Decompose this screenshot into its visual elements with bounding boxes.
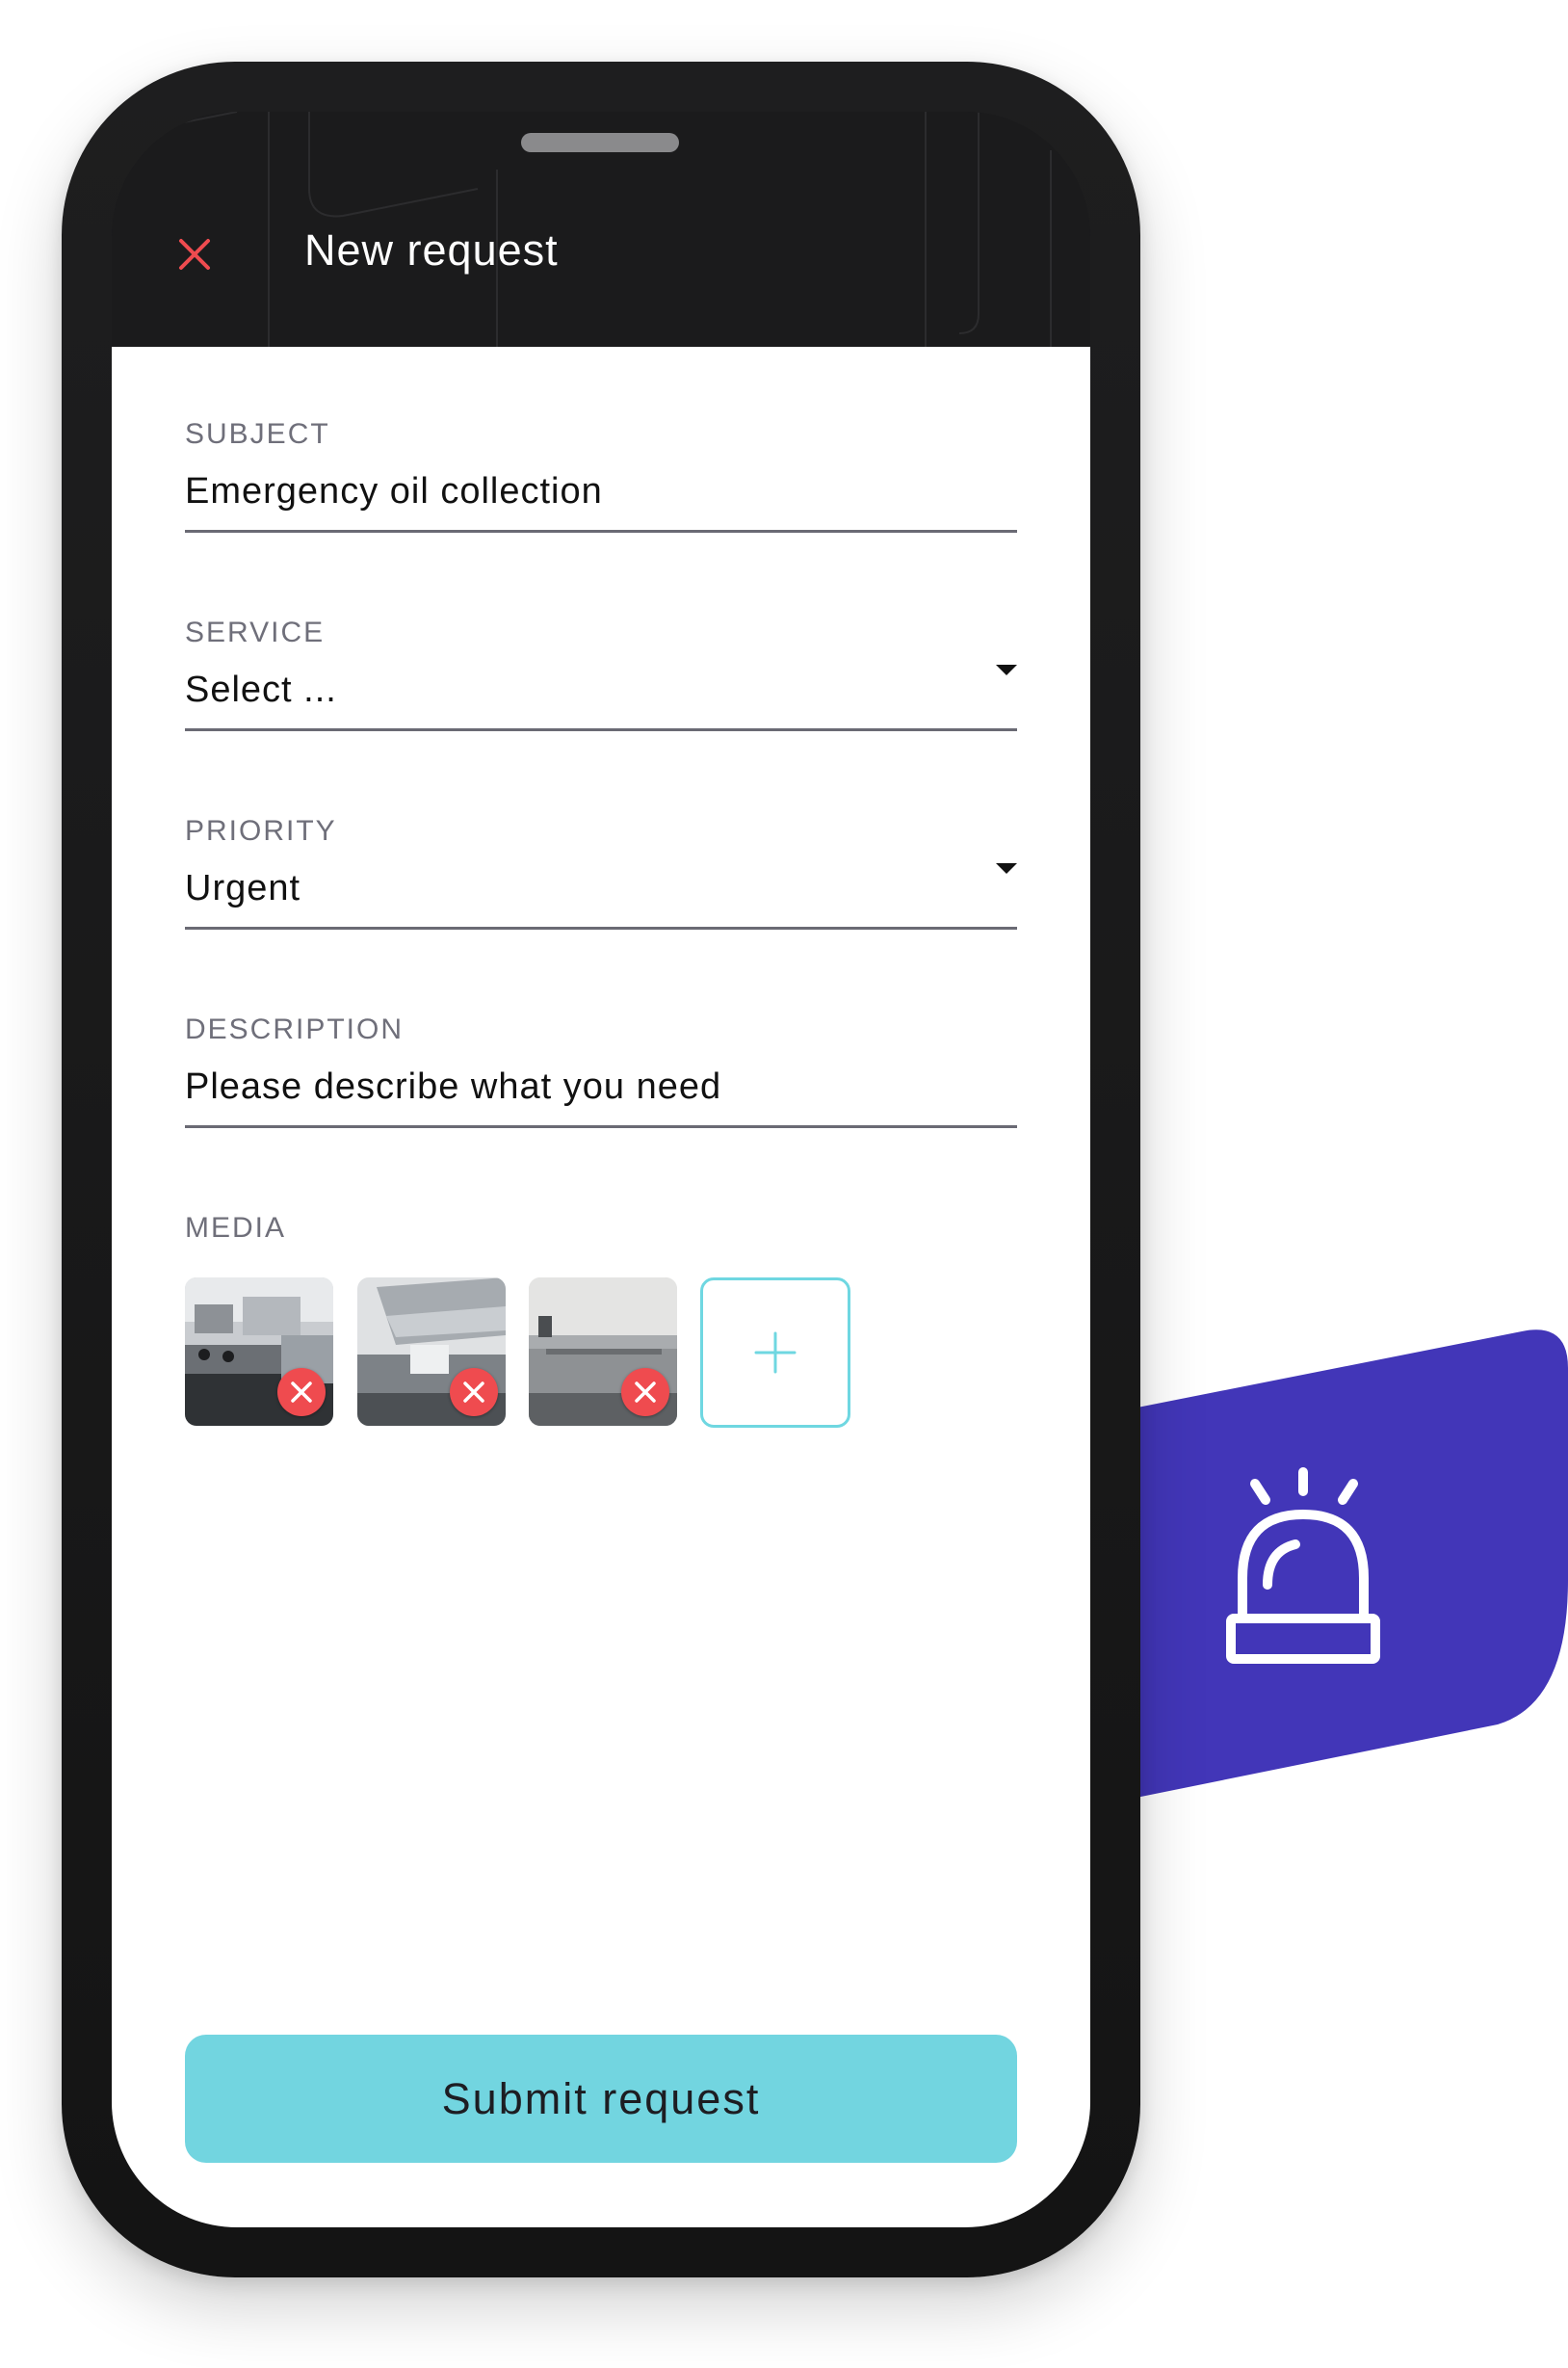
- close-x-icon: [179, 239, 210, 270]
- media-thumbnail[interactable]: [357, 1277, 506, 1426]
- description-label: DESCRIPTION: [185, 1013, 405, 1045]
- remove-x-icon: [635, 1381, 656, 1403]
- service-value[interactable]: Select ...: [185, 670, 337, 711]
- priority-label: PRIORITY: [185, 815, 337, 847]
- subject-underline: [185, 530, 1017, 533]
- media-label: MEDIA: [185, 1212, 287, 1244]
- media-section: MEDIA: [185, 1212, 1017, 1245]
- description-field[interactable]: DESCRIPTION Please describe what you nee…: [185, 1013, 1017, 1128]
- remove-x-icon: [291, 1381, 312, 1403]
- app-header: New request: [112, 112, 1090, 347]
- service-select[interactable]: SERVICE Select ...: [185, 617, 1017, 731]
- description-input[interactable]: Please describe what you need: [185, 1066, 721, 1108]
- description-underline: [185, 1125, 1017, 1128]
- service-dropdown-arrow-icon[interactable]: [996, 665, 1017, 675]
- speaker-notch: [521, 133, 679, 152]
- submit-request-button[interactable]: Submit request: [185, 2035, 1017, 2163]
- remove-media-button[interactable]: [277, 1368, 326, 1416]
- priority-select[interactable]: PRIORITY Urgent: [185, 815, 1017, 930]
- plus-icon: [754, 1331, 797, 1374]
- remove-media-button[interactable]: [621, 1368, 669, 1416]
- priority-value[interactable]: Urgent: [185, 868, 301, 909]
- add-media-button[interactable]: [700, 1277, 850, 1428]
- phone-frame: New request SUBJECT Emergency oil collec…: [62, 62, 1140, 2277]
- subject-label: SUBJECT: [185, 418, 330, 450]
- priority-underline: [185, 927, 1017, 930]
- close-button[interactable]: [170, 229, 220, 279]
- priority-dropdown-arrow-icon[interactable]: [996, 863, 1017, 874]
- subject-input[interactable]: Emergency oil collection: [185, 471, 603, 513]
- request-form: SUBJECT Emergency oil collection SERVICE…: [112, 347, 1090, 2227]
- page-title: New request: [304, 225, 559, 275]
- media-thumbnail[interactable]: [185, 1277, 333, 1426]
- subject-field[interactable]: SUBJECT Emergency oil collection: [185, 418, 1017, 533]
- service-label: SERVICE: [185, 617, 326, 648]
- service-underline: [185, 728, 1017, 731]
- remove-media-button[interactable]: [450, 1368, 498, 1416]
- media-thumbnail[interactable]: [529, 1277, 677, 1426]
- phone-screen: New request SUBJECT Emergency oil collec…: [112, 112, 1090, 2227]
- remove-x-icon: [463, 1381, 484, 1403]
